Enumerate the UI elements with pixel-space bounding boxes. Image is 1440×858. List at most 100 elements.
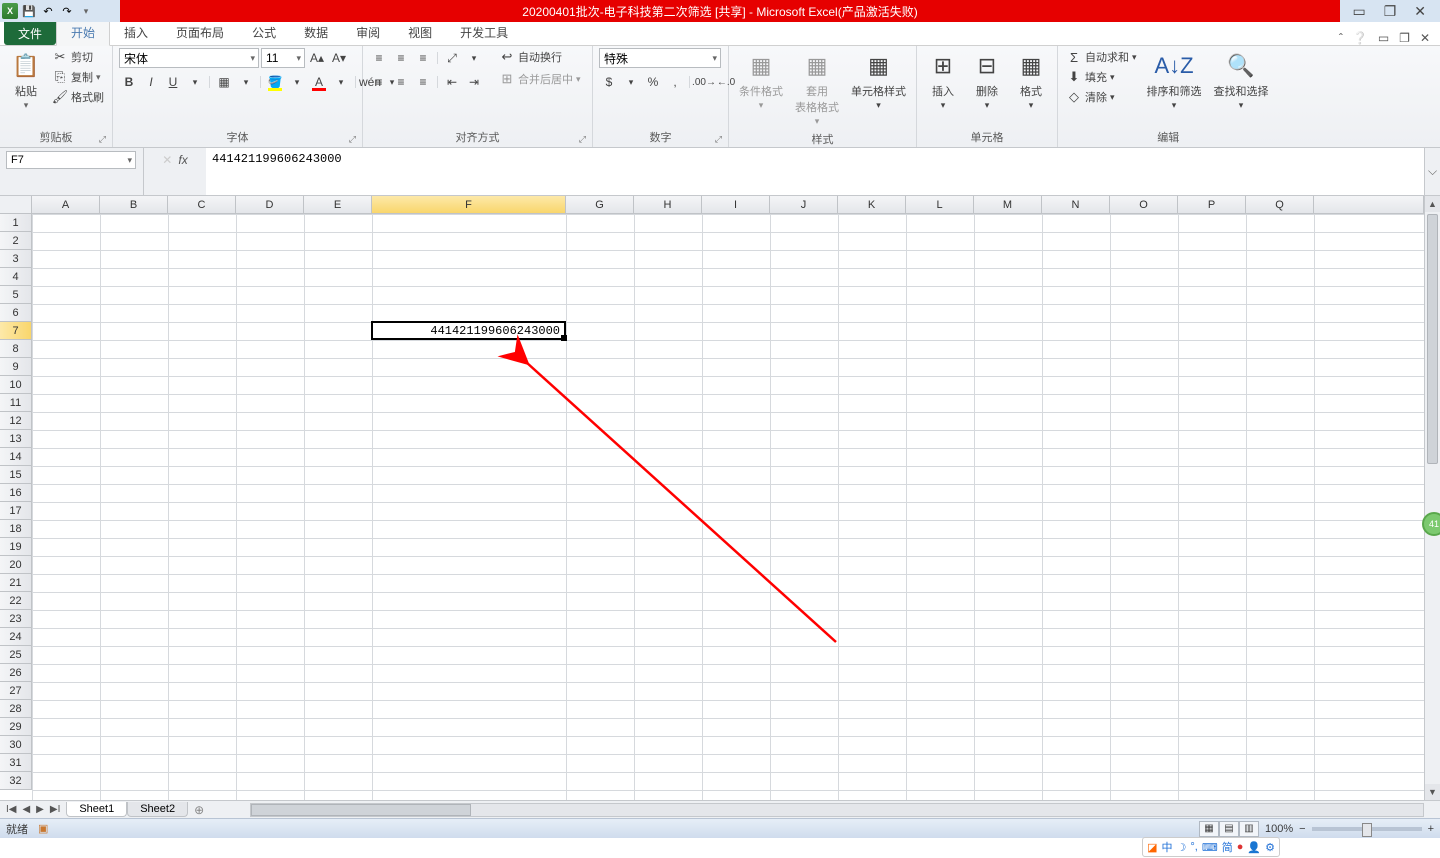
zoom-slider[interactable]: [1312, 827, 1422, 831]
fill-color-dropdown[interactable]: ▾: [287, 72, 307, 92]
align-top-icon[interactable]: ≡: [369, 48, 389, 68]
row-header-26[interactable]: 26: [0, 664, 32, 682]
ime-user-icon[interactable]: 👤: [1247, 841, 1261, 854]
col-header-D[interactable]: D: [236, 196, 304, 214]
tab-page-layout[interactable]: 页面布局: [162, 20, 238, 45]
row-header-31[interactable]: 31: [0, 754, 32, 772]
increase-indent-icon[interactable]: ⇥: [464, 72, 484, 92]
ribbon-minimize-icon[interactable]: ˆ: [1339, 31, 1343, 45]
col-header-I[interactable]: I: [702, 196, 770, 214]
ime-rec-icon[interactable]: ●: [1237, 841, 1244, 853]
currency-dropdown[interactable]: ▾: [621, 72, 641, 92]
sheet-first-icon[interactable]: I◀: [4, 804, 18, 815]
row-header-25[interactable]: 25: [0, 646, 32, 664]
decrease-font-icon[interactable]: A▾: [329, 48, 349, 68]
ime-lang[interactable]: 中: [1162, 839, 1173, 855]
tab-developer[interactable]: 开发工具: [446, 20, 522, 45]
cell-styles-button[interactable]: ▦单元格样式▾: [847, 48, 910, 113]
paste-button[interactable]: 📋 粘贴 ▾: [6, 48, 46, 113]
cells-area[interactable]: 441421199606243000: [32, 214, 1424, 800]
col-header-E[interactable]: E: [304, 196, 372, 214]
page-layout-view-icon[interactable]: ▤: [1219, 821, 1239, 837]
sort-filter-button[interactable]: A↓Z排序和筛选▾: [1143, 48, 1206, 113]
currency-button[interactable]: $: [599, 72, 619, 92]
row-header-12[interactable]: 12: [0, 412, 32, 430]
row-header-28[interactable]: 28: [0, 700, 32, 718]
sheet-tab-2[interactable]: Sheet2: [127, 802, 188, 817]
save-icon[interactable]: 💾: [21, 3, 37, 19]
col-header-G[interactable]: G: [566, 196, 634, 214]
horizontal-scrollbar[interactable]: [250, 803, 1424, 817]
col-header-P[interactable]: P: [1178, 196, 1246, 214]
tab-data[interactable]: 数据: [290, 20, 342, 45]
tab-insert[interactable]: 插入: [110, 20, 162, 45]
row-header-24[interactable]: 24: [0, 628, 32, 646]
align-left-icon[interactable]: ≡: [369, 72, 389, 92]
format-painter-button[interactable]: 🖌格式刷: [50, 88, 106, 106]
col-header-F[interactable]: F: [372, 196, 566, 214]
redo-icon[interactable]: ↷: [59, 3, 75, 19]
row-header-3[interactable]: 3: [0, 250, 32, 268]
row-header-9[interactable]: 9: [0, 358, 32, 376]
col-header-O[interactable]: O: [1110, 196, 1178, 214]
col-header-M[interactable]: M: [974, 196, 1042, 214]
font-expand-icon[interactable]: ⤢: [349, 134, 356, 145]
align-bottom-icon[interactable]: ≡: [413, 48, 433, 68]
col-header-A[interactable]: A: [32, 196, 100, 214]
selected-cell[interactable]: 441421199606243000: [371, 321, 566, 340]
underline-button[interactable]: U: [163, 72, 183, 92]
tab-view[interactable]: 视图: [394, 20, 446, 45]
font-size-combo[interactable]: 11: [261, 48, 305, 68]
ime-punct-icon[interactable]: °,: [1190, 841, 1197, 853]
font-name-combo[interactable]: 宋体: [119, 48, 259, 68]
format-table-button[interactable]: ▦套用 表格格式▾: [791, 48, 843, 129]
row-header-22[interactable]: 22: [0, 592, 32, 610]
percent-button[interactable]: %: [643, 72, 663, 92]
increase-font-icon[interactable]: A▴: [307, 48, 327, 68]
ime-settings-icon[interactable]: ⚙: [1265, 841, 1275, 854]
merge-center-button[interactable]: ⊞合并后居中▾: [497, 70, 583, 88]
tab-formulas[interactable]: 公式: [238, 20, 290, 45]
font-color-button[interactable]: A: [309, 72, 329, 92]
fill-handle[interactable]: [561, 335, 567, 341]
side-badge[interactable]: 41: [1422, 512, 1440, 536]
cancel-formula-icon[interactable]: ✕: [162, 153, 172, 167]
close-button[interactable]: ✕: [1414, 3, 1426, 20]
row-header-14[interactable]: 14: [0, 448, 32, 466]
col-header-C[interactable]: C: [168, 196, 236, 214]
decrease-indent-icon[interactable]: ⇤: [442, 72, 462, 92]
ime-simp[interactable]: 简: [1222, 839, 1233, 855]
tab-home[interactable]: 开始: [56, 19, 110, 46]
help-icon[interactable]: ❔: [1353, 31, 1368, 45]
col-header-K[interactable]: K: [838, 196, 906, 214]
page-break-view-icon[interactable]: ▥: [1239, 821, 1259, 837]
normal-view-icon[interactable]: ▦: [1199, 821, 1219, 837]
row-header-8[interactable]: 8: [0, 340, 32, 358]
sheet-next-icon[interactable]: ▶: [34, 804, 46, 815]
cut-button[interactable]: ✂剪切: [50, 48, 106, 66]
align-middle-icon[interactable]: ≡: [391, 48, 411, 68]
col-header-J[interactable]: J: [770, 196, 838, 214]
wrap-text-button[interactable]: ↩自动换行: [497, 48, 583, 66]
row-header-2[interactable]: 2: [0, 232, 32, 250]
row-header-20[interactable]: 20: [0, 556, 32, 574]
row-header-29[interactable]: 29: [0, 718, 32, 736]
align-center-icon[interactable]: ≡: [391, 72, 411, 92]
new-sheet-icon[interactable]: ⊕: [188, 803, 210, 817]
scroll-up-icon[interactable]: ▲: [1425, 196, 1440, 212]
restore-button[interactable]: ❐: [1384, 3, 1397, 20]
doc-minimize-icon[interactable]: ▭: [1378, 31, 1389, 45]
find-select-button[interactable]: 🔍查找和选择▾: [1210, 48, 1273, 113]
name-box[interactable]: F7: [6, 151, 136, 169]
vscroll-thumb[interactable]: [1427, 214, 1438, 464]
comma-button[interactable]: ,: [665, 72, 685, 92]
col-header-N[interactable]: N: [1042, 196, 1110, 214]
ime-toolbar[interactable]: ◪ 中 ☽ °, ⌨ 简 ● 👤 ⚙: [1142, 837, 1280, 857]
row-header-17[interactable]: 17: [0, 502, 32, 520]
col-header-L[interactable]: L: [906, 196, 974, 214]
row-header-32[interactable]: 32: [0, 772, 32, 790]
zoom-out-icon[interactable]: −: [1299, 823, 1305, 835]
clipboard-expand-icon[interactable]: ⤢: [99, 134, 106, 145]
row-header-15[interactable]: 15: [0, 466, 32, 484]
italic-button[interactable]: I: [141, 72, 161, 92]
